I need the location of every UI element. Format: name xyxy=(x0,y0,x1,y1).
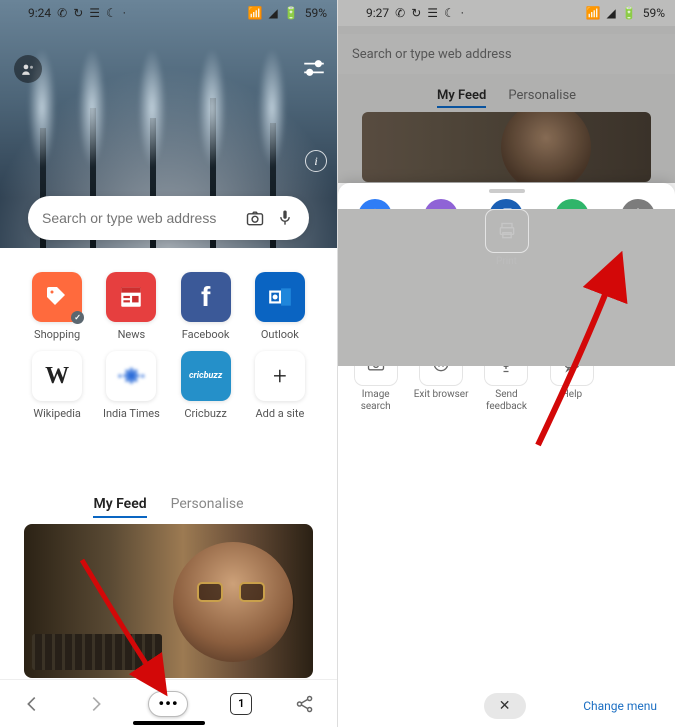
more-icon: ••• xyxy=(158,694,178,713)
dot-icon: · xyxy=(461,6,464,20)
tab-my-feed[interactable]: My Feed xyxy=(93,496,146,518)
close-icon: ✕ xyxy=(499,698,511,714)
search-bar[interactable] xyxy=(28,196,309,240)
battery-text: 59% xyxy=(643,6,665,20)
info-button[interactable]: i xyxy=(305,150,327,172)
battery-icon: 🔋 xyxy=(622,6,637,20)
feed-card[interactable] xyxy=(24,524,313,678)
signal-icon: ◢ xyxy=(607,6,616,20)
sheet-grabber[interactable] xyxy=(489,189,525,193)
close-sheet-button[interactable]: ✕ xyxy=(484,693,526,719)
mic-icon[interactable] xyxy=(275,208,295,228)
tile-india-times[interactable]: ·❋·India Times xyxy=(98,351,164,420)
tile-shopping[interactable]: ✓Shopping xyxy=(24,272,90,341)
screenshot-left-home: 9:24 ✆ ↻ ☰ ☾ · 📶 ◢ 🔋 59% i xyxy=(0,0,338,727)
status-bar: 9:24 ✆ ↻ ☰ ☾ · 📶 ◢ 🔋 59% xyxy=(0,0,337,26)
search-input[interactable] xyxy=(42,210,235,226)
tile-label: Outlook xyxy=(261,328,299,341)
stack-icon: ☰ xyxy=(427,6,438,20)
wifi-icon: 📶 xyxy=(586,6,601,20)
change-menu-link[interactable]: Change menu xyxy=(583,699,657,713)
status-time: 9:27 xyxy=(366,6,389,20)
menu-grid: Search webHomeSend to devicesAdd to coll… xyxy=(338,259,675,419)
gesture-handle xyxy=(133,721,205,725)
moon-icon: ☾ xyxy=(106,6,117,20)
status-bar: 9:27 ✆ ↻ ☰ ☾ · 📶 ◢ 🔋 59% xyxy=(338,0,675,26)
tabs-button[interactable]: 1 xyxy=(230,693,252,715)
tile-wikipedia[interactable]: WWikipedia xyxy=(24,351,90,420)
tab-personalise[interactable]: Personalise xyxy=(171,496,244,518)
account-icon xyxy=(21,62,35,76)
camera-icon[interactable] xyxy=(245,208,265,228)
dot-icon: · xyxy=(123,6,126,20)
print-icon xyxy=(485,209,529,253)
stack-icon: ☰ xyxy=(89,6,100,20)
share-button[interactable] xyxy=(294,693,316,715)
tile-facebook[interactable]: fFacebook xyxy=(173,272,239,341)
history-icon: ↻ xyxy=(73,6,83,20)
whatsapp-icon: ✆ xyxy=(57,6,67,20)
menu-sheet: FavoritesHistoryCollectionsDownloadsSett… xyxy=(338,183,675,727)
tile-cricbuzz[interactable]: cricbuzzCricbuzz xyxy=(173,351,239,420)
tile-label: News xyxy=(118,328,146,341)
moon-icon: ☾ xyxy=(444,6,455,20)
tile-label: Cricbuzz xyxy=(184,407,226,420)
wifi-icon: 📶 xyxy=(248,6,263,20)
battery-icon: 🔋 xyxy=(284,6,299,20)
signal-icon: ◢ xyxy=(269,6,278,20)
tune-button[interactable] xyxy=(301,55,327,81)
sliders-icon xyxy=(301,55,327,81)
tile-label: Wikipedia xyxy=(33,407,81,420)
menu-print: Print xyxy=(338,209,675,366)
speed-dial-grid: ✓Shopping News fFacebook Outlook WWikipedia·… xyxy=(0,272,337,420)
tile-label: Shopping xyxy=(34,328,80,341)
whatsapp-icon: ✆ xyxy=(395,6,405,20)
account-button[interactable] xyxy=(14,55,42,83)
bottom-nav: ••• 1 xyxy=(0,679,337,727)
tile-outlook[interactable]: Outlook xyxy=(247,272,313,341)
tile-label: India Times xyxy=(103,407,160,420)
sheet-footer: ✕ Change menu xyxy=(338,685,675,727)
tile-add-a-site[interactable]: +Add a site xyxy=(247,351,313,420)
tile-label: Facebook xyxy=(182,328,230,341)
tile-label: Add a site xyxy=(255,407,304,420)
menu-button[interactable]: ••• xyxy=(148,691,188,717)
back-button[interactable] xyxy=(21,693,43,715)
battery-text: 59% xyxy=(305,6,327,20)
feed-tabs: My Feed Personalise xyxy=(0,496,337,518)
tile-news[interactable]: News xyxy=(98,272,164,341)
history-icon: ↻ xyxy=(411,6,421,20)
status-time: 9:24 xyxy=(28,6,51,20)
forward-button[interactable] xyxy=(85,693,107,715)
screenshot-right-menu: 9:27 ✆ ↻ ☰ ☾ · 📶 ◢ 🔋 59% Search or type … xyxy=(338,0,675,727)
